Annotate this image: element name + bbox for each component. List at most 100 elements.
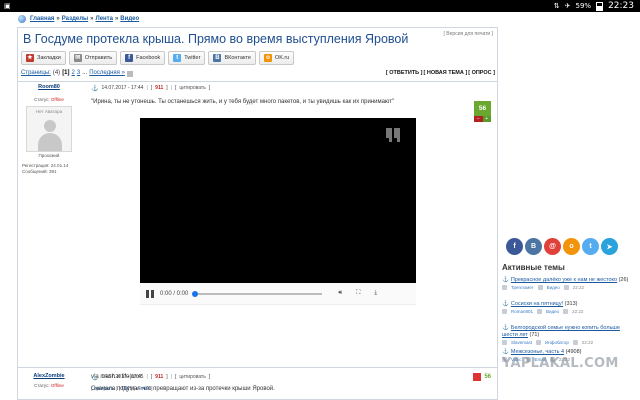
breadcrumb-separator: » [90,16,94,22]
print-version-link[interactable]: [ Версия для печати ] [444,31,493,37]
system-status-bar: ▣ ⇅ ✈ 59% 22:23 [0,0,640,12]
pager-row: Страницы: (4) [1] 2 3 ... Последняя » [ … [21,70,495,78]
share-button-label: Закладки [37,55,61,61]
post-author-card: Room80 Статус: Offline Нет Аватара Прохо… [18,84,80,175]
share-button-label: Twitter [184,55,201,61]
mail-icon: ✉ [73,54,82,62]
post-author-card: AlexZombie Статус: Offline [18,373,80,388]
hot-topics-title: Активные темы [502,263,565,272]
share-button-bookmarks[interactable]: ★ Закладки [21,51,66,65]
battery-percent: 59% [575,2,592,10]
no-avatar-label: Нет Аватара [35,109,63,114]
post-author[interactable]: Room80 [18,84,80,90]
last-page-icon[interactable] [126,71,133,77]
topic-title: В Госдуме протекла крыша. Прямо во время… [23,32,409,46]
hot-topic-link[interactable]: Межсезонье, часть 4 [511,349,564,355]
hot-topic-section[interactable]: Инфобатор [545,340,569,345]
author-status: Статус: Offline [34,383,64,388]
topic-bullet-icon: ⚓ [502,301,509,307]
telegram-icon[interactable]: ➤ [601,238,618,255]
pause-icon[interactable] [146,289,154,298]
pager-label[interactable]: Страницы: [21,70,51,77]
new-topic-button[interactable]: [ НОВАЯ ТЕМА ] [424,70,468,76]
quote-link[interactable]: цитировать [179,85,205,91]
post-date: 14.07.2017 - 17:44 [101,85,144,91]
post-id[interactable]: 911 [155,374,163,380]
hot-topic-item: ⚓ Белгородской семье нужно копить больше … [502,325,632,349]
topic-bullet-icon: ⚓ [502,325,509,331]
post-header: ⚓ 14.07.2017 - 17:45 | [911] | [цитирова… [91,374,211,381]
twitter-icon[interactable]: t [582,238,599,255]
pager-current: [1] [62,70,70,76]
breadcrumb-home[interactable]: Главная [30,16,54,22]
report-icon[interactable] [473,373,482,381]
post-header: ⚓ 14.07.2017 - 17:44 | [911] | [цитирова… [91,85,211,92]
airplane-icon: ✈ [564,2,571,10]
globe-icon [18,15,26,23]
anchor-icon[interactable]: ⚓ [91,85,98,92]
fullscreen-icon[interactable]: ⛶ [356,290,360,297]
hot-topic-author[interactable]: Трепломет [511,285,534,290]
breadcrumb-video[interactable]: Видео [120,16,139,22]
clock: 22:23 [608,1,634,11]
vk-icon[interactable]: B [525,238,542,255]
clock-icon [563,285,569,290]
post: AlexZombie Статус: Offline ⚓ 14.07.2017 … [18,373,497,400]
hot-topic-count: (4908) [565,349,582,355]
divider [18,367,497,368]
breadcrumb-sections[interactable]: Разделы [62,16,88,22]
post-text: "Ирина, ты не утонешь. Ты останешься жит… [91,99,395,105]
post-author[interactable]: AlexZombie [18,373,80,379]
post-date: 14.07.2017 - 17:45 [101,374,144,380]
hot-topic-link[interactable]: Прекрасное далёко уже к нам не жестоко [511,277,617,283]
reply-button[interactable]: [ ОТВЕТИТЬ ] [386,70,423,76]
hot-topic-count: (313) [564,301,578,307]
progress-knob[interactable] [192,290,199,297]
hot-topic-author[interactable]: Slavemast [511,340,532,345]
pager-page-2[interactable]: 2 [72,70,75,77]
poll-button[interactable]: [ ОПРОС ] [468,70,495,76]
ok-icon[interactable]: o [563,238,580,255]
vote-down-button[interactable]: − [474,116,483,122]
clock-icon [572,340,578,345]
breadcrumb-separator: » [114,16,119,22]
download-icon[interactable]: ⤓ [374,290,377,297]
rating-score: 56 [484,374,491,380]
pager-count: (4) [52,70,61,76]
share-button-vk[interactable]: B ВКонтакте [208,51,256,65]
vote-up-button[interactable]: + [482,116,491,122]
share-button-twitter[interactable]: t Twitter [168,51,206,65]
user-icon [502,340,507,345]
anchor-icon[interactable]: ⚓ [91,374,98,381]
facebook-icon[interactable]: f [506,238,523,255]
avatar: Нет Аватара [26,106,72,152]
hot-topic-link[interactable]: Белгородской семье нужно копить больше ш… [502,325,620,338]
email-icon[interactable]: @ [544,238,561,255]
share-button-ok[interactable]: o OK.ru [258,51,295,65]
hot-topic-item: ⚓ Прекрасное далёко уже к нам не жестоко … [502,277,632,301]
quote-link[interactable]: цитировать [179,374,205,380]
volume-icon[interactable]: 🔊︎ [338,290,342,297]
breadcrumb-separator: » [56,16,60,22]
hot-topic-time: 22:22 [581,340,594,345]
share-button-label: OK.ru [274,55,290,61]
post-text: Сначала подумал что превращают из-за про… [91,386,275,392]
hot-topic-link[interactable]: Сосиски на пятницу! [511,301,563,307]
breadcrumb-feed[interactable]: Лента [96,16,113,22]
hot-topic-author[interactable]: Roman801 [511,309,533,314]
share-button-facebook[interactable]: f Facebook [120,51,166,65]
hot-topic-count: (26) [618,277,629,283]
hot-topic-section[interactable]: Видео [546,309,559,314]
video-player[interactable] [140,118,416,283]
share-button-label: ВКонтакте [224,55,251,61]
post-id[interactable]: 911 [155,85,163,91]
share-button-label: Отправить [84,55,113,61]
share-button-mail[interactable]: ✉ Отправить [68,51,118,65]
pager-last[interactable]: Последняя » [89,70,125,77]
pager-page-3[interactable]: 3 [77,70,80,77]
ok-icon: o [263,54,272,62]
video-progress-bar[interactable] [192,290,323,297]
divider [18,81,497,82]
hot-topic-section[interactable]: Видео [547,285,560,290]
section-icon [536,340,542,345]
